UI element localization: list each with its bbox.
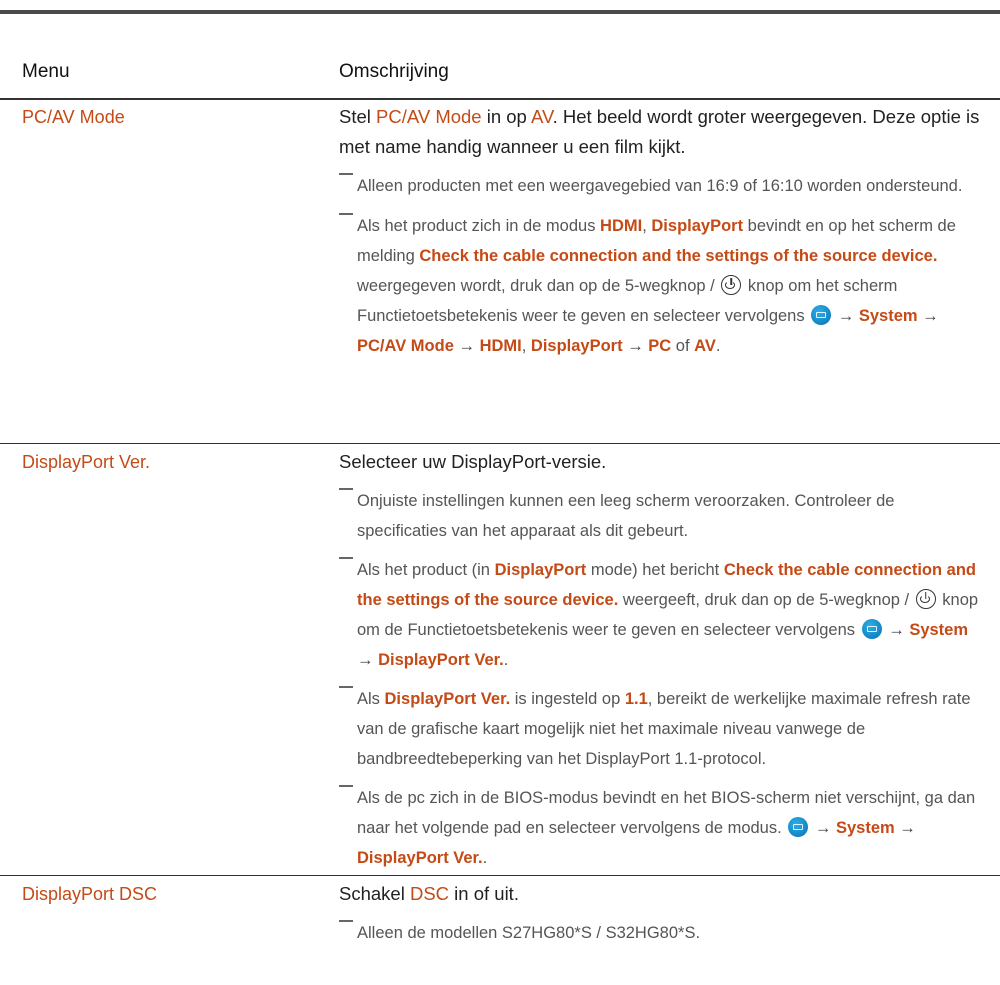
main-text: Stel PC/AV Mode in op AV. Het beeld word… [339,102,984,162]
text: Als het product zich in de modus [357,217,601,235]
note: Onjuiste instellingen kunnen een leeg sc… [339,486,984,546]
main-text: Schakel DSC in of uit. [339,879,984,909]
highlight: DisplayPort [530,337,623,355]
column-header-description: Omschrijving [339,61,449,82]
main-text: Selecteer uw DisplayPort-versie. [339,451,607,472]
text: of [671,337,695,355]
row-pc-av-mode-description: Stel PC/AV Mode in op AV. Het beeld word… [339,102,984,361]
row-displayport-ver-description: Selecteer uw DisplayPort-versie. Onjuist… [339,447,984,873]
menu-icon [811,305,832,325]
text: mode) het bericht [586,561,724,579]
arrow-icon: → [837,307,855,325]
highlight: DisplayPort Ver. [357,849,483,867]
text: in of uit. [449,883,519,904]
highlight: AV [530,106,553,127]
column-header-menu: Menu [22,61,70,82]
text: in op [481,106,531,127]
note: Als DisplayPort Ver. is ingesteld op 1.1… [339,684,984,774]
text: Als [357,690,385,708]
arrow-icon: → [888,621,905,639]
note: Alleen producten met een weergavegebied … [339,171,984,201]
arrow-icon: → [458,337,475,355]
highlight: PC/AV Mode [357,337,454,355]
text: . [482,849,488,867]
arrow-icon: → [922,307,939,325]
note: Alleen de modellen S27HG80*S / S32HG80*S… [339,918,984,948]
highlight: DisplayPort Ver. [378,651,504,669]
highlight: System [858,307,918,325]
arrow-icon: → [814,819,832,837]
note: Als het product (in DisplayPort mode) he… [339,555,984,675]
top-rule [0,10,1000,14]
highlight: 1.1 [624,690,648,708]
text: Stel [339,106,377,127]
highlight: DSC [409,883,450,904]
highlight: DisplayPort Ver. [384,690,511,708]
power-icon [915,589,936,609]
note: Als de pc zich in de BIOS-modus bevindt … [339,783,984,873]
row-displayport-dsc-description: Schakel DSC in of uit. Alleen de modelle… [339,879,984,948]
text: . [715,337,721,355]
text: weergeeft, druk dan op de 5-wegknop / [618,591,914,609]
highlight: DisplayPort [494,561,587,579]
highlight: Check the cable connection and the setti… [419,247,938,265]
row-divider [0,875,1000,876]
text: is ingesteld op [510,690,625,708]
highlight: HDMI [479,337,522,355]
highlight: AV [694,337,716,355]
text: , [521,337,531,355]
note: Als het product zich in de modus HDMI, D… [339,211,984,361]
highlight: DisplayPort [651,217,744,235]
arrow-icon: → [899,819,916,837]
highlight: HDMI [600,217,643,235]
power-icon [721,275,742,295]
menu-icon [788,817,809,837]
text: weergegeven wordt, druk dan op de 5-wegk… [357,277,720,295]
text: . [503,651,509,669]
row-divider [0,443,1000,444]
highlight: System [909,621,969,639]
text: Als het product (in [357,561,495,579]
menu-item-pc-av-mode: PC/AV Mode [22,107,125,127]
menu-item-displayport-dsc: DisplayPort DSC [22,884,158,904]
menu-icon [861,619,882,639]
highlight: PC [648,337,672,355]
menu-item-displayport-ver: DisplayPort Ver. [22,452,151,472]
header-divider [0,98,1000,100]
text: , [642,217,652,235]
text: Schakel [339,883,410,904]
highlight: System [835,819,895,837]
arrow-icon: → [357,651,374,669]
highlight: PC/AV Mode [376,106,482,127]
arrow-icon: → [627,337,644,355]
